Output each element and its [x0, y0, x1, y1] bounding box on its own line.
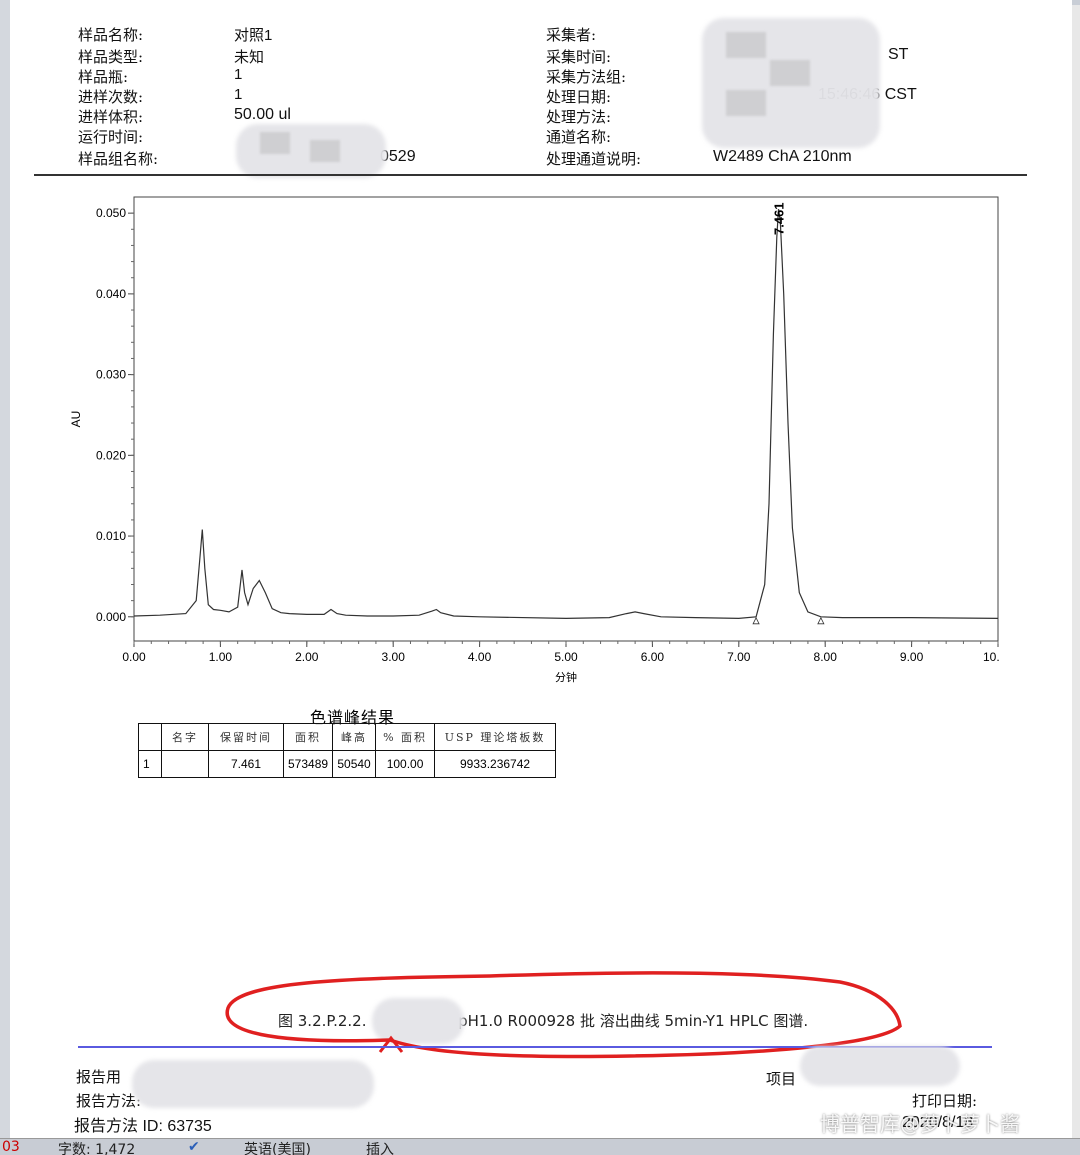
x-tick-label: 5.00	[554, 650, 578, 664]
header-value-injection: 1	[234, 86, 243, 103]
header-label-injection: 进样次数:	[78, 88, 144, 106]
column-header-area: 面积	[282, 723, 334, 751]
x-tick-label: 10.00	[983, 650, 1000, 664]
header-label-channel-desc: 处理通道说明:	[546, 150, 642, 168]
cell-name	[161, 750, 209, 778]
cell-area: 573489	[282, 750, 334, 778]
header-label-vial: 样品瓶:	[78, 68, 129, 86]
header-divider	[34, 174, 1027, 176]
peak-label: 7.461	[772, 202, 787, 235]
plot-area	[133, 196, 999, 642]
header-value-sample-name: 对照1	[234, 27, 273, 44]
baseline-marker	[817, 616, 825, 625]
header-label-volume: 进样体积:	[78, 108, 144, 126]
header-label-sample-name: 样品名称:	[78, 26, 144, 44]
header-label-channel-name: 通道名称:	[546, 128, 612, 146]
header-label-process-method: 处理方法:	[546, 108, 612, 126]
header-value-volume: 50.00 ul	[234, 106, 291, 123]
baseline-marker	[752, 616, 760, 625]
header-value-sample-type: 未知	[234, 49, 265, 66]
peak-results-table: 名字 保留时间 面积 峰高 % 面积 USP 理论塔板数 1 7.461 573…	[138, 723, 557, 778]
cell-height: 50540	[332, 750, 377, 778]
chromatogram-chart: 0.000 0.010 0.020 0.030 0.040 0.050 0.00 1.00 2…	[69, 196, 1000, 684]
redaction-blur-tile	[726, 90, 766, 116]
footer-report-method: 报告方法:	[76, 1092, 142, 1110]
redaction-blur	[800, 1046, 960, 1086]
column-header-height: 峰高	[332, 723, 377, 751]
header-label-sample-type: 样品类型:	[78, 48, 144, 66]
y-tick-label: 0.030	[96, 368, 126, 382]
redaction-blur-tile	[770, 60, 810, 86]
y-tick-label: 0.020	[96, 448, 126, 462]
status-language[interactable]: 英语(美国)	[244, 1139, 311, 1155]
x-tick-label: 4.00	[468, 650, 492, 664]
status-wordcount[interactable]: 字数: 1,472	[58, 1139, 135, 1155]
x-tick-label: 1.00	[209, 650, 233, 664]
x-tick-label: 3.00	[382, 650, 406, 664]
column-header-rt: 保留时间	[208, 723, 284, 751]
y-tick-label: 0.050	[96, 206, 126, 220]
x-tick-label: 6.00	[641, 650, 665, 664]
header-value-vial: 1	[234, 66, 243, 83]
watermark-text: 博普智库@萝卜萝卜酱	[820, 1112, 1020, 1136]
y-axis: 0.000 0.010 0.020 0.030 0.040 0.050	[96, 206, 134, 624]
column-header	[138, 723, 162, 751]
cell-rt: 7.461	[208, 750, 284, 778]
x-tick-label: 2.00	[295, 650, 319, 664]
spellcheck-icon[interactable]: ✔	[188, 1139, 200, 1155]
header-label-process-date: 处理日期:	[546, 88, 612, 106]
footer-report-method-id: 报告方法 ID: 63735	[74, 1118, 212, 1135]
x-axis-label: 分钟	[555, 670, 577, 684]
header-label-runtime: 运行时间:	[78, 128, 144, 146]
redaction-blur-tile	[726, 32, 766, 58]
chromatogram-trace	[133, 209, 999, 620]
y-tick-label: 0.040	[96, 287, 126, 301]
y-tick-label: 0.010	[96, 529, 126, 543]
cell-pct-area: 100.00	[375, 750, 436, 778]
column-header-usp-plates: USP 理论塔板数	[434, 723, 557, 751]
x-axis: 0.00 1.00 2.00 3.00 4.00 5.00 6.00 7.00 8.00 9.00…	[122, 641, 1000, 664]
footer-project: 项目	[766, 1070, 797, 1088]
x-tick-label: 9.00	[900, 650, 924, 664]
y-axis-label: AU	[69, 411, 83, 428]
table-header-row: 名字 保留时间 面积 峰高 % 面积 USP 理论塔板数	[138, 723, 557, 751]
header-value-acq-time: ST	[888, 46, 909, 63]
document-page: 样品名称: 对照1 样品类型: 未知 样品瓶: 1 进样次数: 1 进样体积: …	[10, 0, 1072, 1138]
x-tick-label: 8.00	[814, 650, 838, 664]
status-page[interactable]: 03	[2, 1139, 20, 1155]
column-header-name: 名字	[161, 723, 209, 751]
cell-usp-plates: 9933.236742	[434, 750, 557, 778]
baseline-markers	[752, 616, 825, 625]
footer-report-by: 报告用	[76, 1068, 122, 1086]
status-insert-mode[interactable]: 插入	[366, 1139, 394, 1155]
header-label-sample-set: 样品组名称:	[78, 150, 159, 168]
cell-index: 1	[138, 750, 162, 778]
header-value-channel-desc: W2489 ChA 210nm	[713, 148, 852, 165]
header-label-acquired-by: 采集者:	[546, 26, 597, 44]
header-label-method-set: 采集方法组:	[546, 68, 627, 86]
header-label-acq-time: 采集时间:	[546, 48, 612, 66]
status-bar: 03 字数: 1,472 ✔ 英语(美国) 插入	[0, 1138, 1080, 1155]
redaction-blur-tile	[260, 132, 290, 154]
redaction-blur	[132, 1060, 374, 1108]
x-tick-label: 0.00	[122, 650, 146, 664]
table-row: 1 7.461 573489 50540 100.00 9933.236742	[138, 750, 557, 778]
y-tick-label: 0.000	[96, 610, 126, 624]
redaction-blur-tile	[310, 140, 340, 162]
x-tick-label: 7.00	[727, 650, 751, 664]
column-header-pct-area: % 面积	[375, 723, 436, 751]
